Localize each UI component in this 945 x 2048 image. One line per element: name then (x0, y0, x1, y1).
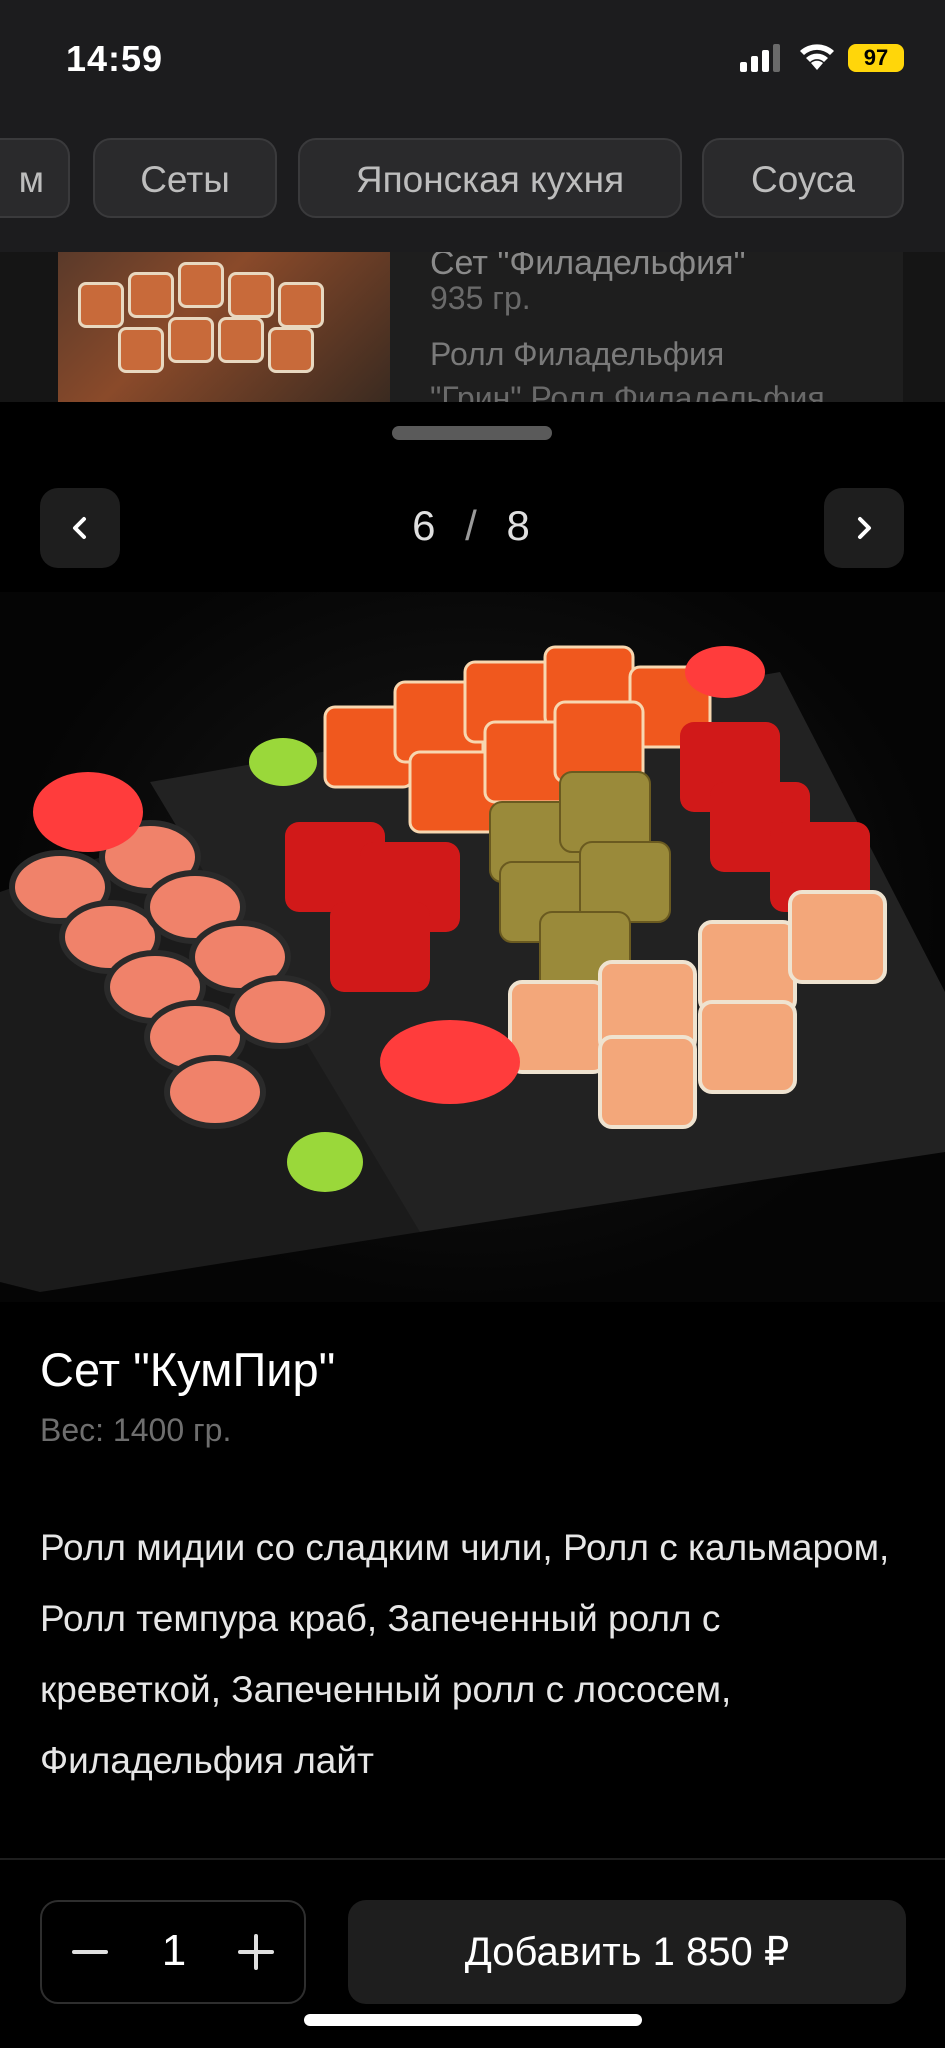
background-product-weight: 935 гр. (430, 280, 531, 316)
background-product-card: Сет "Филадельфия" 935 гр. Ролл Филадельф… (0, 252, 945, 402)
product-description: Ролл мидии со сладким чили, Ролл с кальм… (40, 1527, 890, 1781)
decrease-quantity-button[interactable] (60, 1922, 120, 1982)
wifi-icon (800, 44, 834, 70)
chevron-left-icon (73, 517, 86, 539)
category-chip-japanese[interactable]: Японская кухня (298, 138, 682, 218)
product-weight: Вес: 1400 гр. (40, 1412, 232, 1448)
home-indicator[interactable] (304, 2014, 642, 2026)
pager-current: 6 (412, 502, 438, 549)
background-product-image (58, 252, 390, 402)
battery-indicator: 97 (848, 44, 904, 72)
plus-icon (238, 1934, 274, 1970)
quantity-stepper: 1 (40, 1900, 306, 2004)
sheet-drag-handle[interactable] (392, 426, 552, 440)
footer-divider (0, 1858, 945, 1860)
sushi-set-illustration (0, 645, 945, 1292)
quantity-value: 1 (161, 1926, 187, 1975)
pager-total: 8 (506, 502, 532, 549)
product-title: Сет "КумПир" (40, 1343, 336, 1396)
minus-icon (72, 1950, 108, 1954)
background-product-description-cont: "Грин" Ролл Филадельфия (430, 380, 825, 402)
category-chip-sauces[interactable]: Соуса (702, 138, 904, 218)
add-to-cart-button[interactable]: Добавить 1 850 ₽ (348, 1900, 906, 2004)
product-image[interactable] (0, 592, 945, 1302)
image-pager: 6 / 8 (372, 502, 572, 550)
status-time: 14:59 (66, 38, 164, 79)
category-tabs: м Сеты Японская кухня Соуса (0, 112, 945, 252)
chevron-right-icon (858, 517, 871, 539)
prev-button[interactable] (40, 488, 120, 568)
increase-quantity-button[interactable] (226, 1922, 286, 1982)
background-product-description: Ролл Филадельфия (430, 336, 725, 372)
cellular-signal-icon (740, 44, 780, 72)
background-product-title: Сет "Филадельфия" (430, 252, 746, 282)
next-button[interactable] (824, 488, 904, 568)
pager-separator: / (465, 502, 479, 549)
status-bar: 14:59 97 (0, 0, 945, 112)
product-sheet: 6 / 8 Сет "КумПир" Вес: 1400 гр. Ролл ми… (0, 402, 945, 2048)
category-chip[interactable]: м (0, 138, 70, 218)
category-chip-sets[interactable]: Сеты (93, 138, 277, 218)
